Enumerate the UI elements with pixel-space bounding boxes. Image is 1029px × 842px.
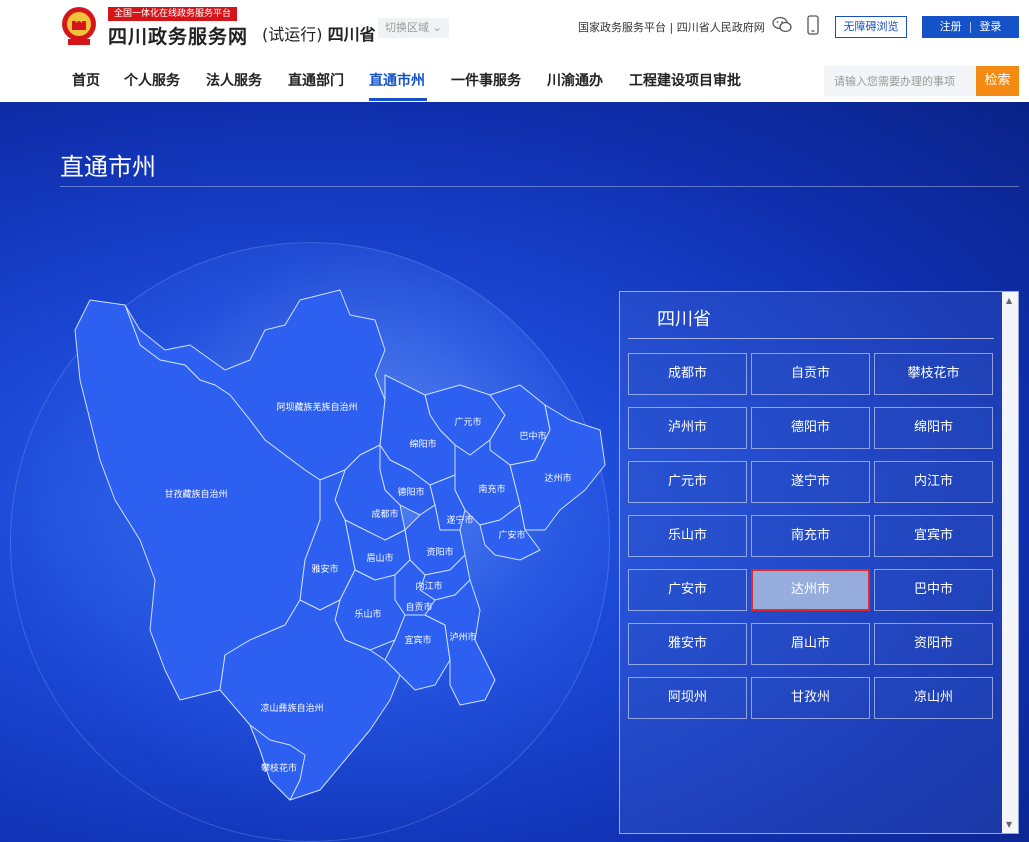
city-button-liangshan[interactable]: 凉山州 [874,677,993,719]
search-input[interactable] [824,66,976,96]
map-label-yibin: 宜宾市 [404,634,431,646]
region-switch-label: 切换区域 [385,21,429,34]
panel-divider [628,338,994,339]
city-button-mianyang[interactable]: 绵阳市 [874,407,993,449]
map-label-zigong: 自贡市 [405,601,432,613]
map-label-yaan: 雅安市 [311,563,338,575]
active-nav-underline [369,98,427,101]
city-button-yibin[interactable]: 宜宾市 [874,515,993,557]
main-nav: 首页 个人服务 法人服务 直通部门 直通市州 一件事服务 川渝通办 工程建设项目… [0,56,1029,102]
map-label-chengdu: 成都市 [371,508,398,520]
map-label-liangshan: 凉山彝族自治州 [260,702,323,714]
map-label-ziyang: 资阳市 [426,546,453,558]
page-title: 直通市州 [60,153,156,181]
nav-construction-approval[interactable]: 工程建设项目审批 [629,70,741,90]
map-label-guangyuan: 广元市 [454,416,481,428]
register-link[interactable]: 注册 [940,16,962,38]
wechat-icon[interactable] [772,16,792,34]
title-divider [60,186,1019,187]
city-button-meishan[interactable]: 眉山市 [751,623,870,665]
map-label-meishan: 眉山市 [366,552,393,564]
city-button-luzhou[interactable]: 泸州市 [628,407,747,449]
nav-home[interactable]: 首页 [72,70,100,90]
nav-personal-service[interactable]: 个人服务 [124,70,180,90]
map-label-bazhong: 巴中市 [519,430,546,442]
city-button-leshan[interactable]: 乐山市 [628,515,747,557]
map-label-panzhihua: 攀枝花市 [261,762,297,774]
city-panel: 四川省 成都市 自贡市 攀枝花市 泸州市 德阳市 绵阳市 广元市 遂宁市 内江市… [619,291,1019,834]
city-grid: 成都市 自贡市 攀枝花市 泸州市 德阳市 绵阳市 广元市 遂宁市 内江市 乐山市… [628,353,994,719]
mobile-icon[interactable] [807,15,819,35]
nav-one-thing-service[interactable]: 一件事服务 [451,70,521,90]
accessible-browse-button[interactable]: 无障碍浏览 [835,16,907,38]
map-label-aba: 阿坝藏族羌族自治州 [276,401,357,413]
trial-label: (试运行) [262,25,323,44]
city-button-aba[interactable]: 阿坝州 [628,677,747,719]
city-button-deyang[interactable]: 德阳市 [751,407,870,449]
city-button-dazhou[interactable]: 达州市 [751,569,870,611]
site-name[interactable]: 四川政务服务网 [108,22,248,49]
top-links[interactable]: 国家政务服务平台 | 四川省人民政府网 [578,19,765,35]
city-button-guangyuan[interactable]: 广元市 [628,461,747,503]
nav-chuanyu[interactable]: 川渝通办 [547,70,603,90]
chevron-down-icon: ⌄ [432,21,442,34]
city-button-neijiang[interactable]: 内江市 [874,461,993,503]
auth-divider: | [968,20,973,33]
national-emblem-icon [62,7,96,45]
panel-province-title: 四川省 [657,309,711,330]
scroll-down-icon[interactable]: ▼ [1006,820,1012,829]
city-button-yaan[interactable]: 雅安市 [628,623,747,665]
map-label-leshan: 乐山市 [354,608,381,620]
city-button-zigong[interactable]: 自贡市 [751,353,870,395]
map-label-neijiang: 内江市 [415,580,442,592]
city-button-bazhong[interactable]: 巴中市 [874,569,993,611]
province-label: (试运行) 四川省 [262,21,376,45]
panel-scrollbar[interactable]: ▲ ▼ [1002,292,1018,833]
nav-corporate-service[interactable]: 法人服务 [206,70,262,90]
city-button-nanchong[interactable]: 南充市 [751,515,870,557]
nav-cities[interactable]: 直通市州 [369,70,425,90]
sichuan-map: 阿坝藏族羌族自治州 甘孜藏族自治州 绵阳市 广元市 巴中市 达州市 南充市 德阳… [74,289,606,801]
map-label-deyang: 德阳市 [397,486,424,498]
map-label-mianyang: 绵阳市 [409,438,436,450]
region-switch-button[interactable]: 切换区域 ⌄ [378,18,449,38]
nav-departments[interactable]: 直通部门 [288,70,344,90]
scroll-up-icon[interactable]: ▲ [1006,296,1012,305]
city-button-suining[interactable]: 遂宁市 [751,461,870,503]
platform-tagline: 全国一体化在线政务服务平台 [108,7,238,21]
hero-section: 直通市州 阿坝藏族羌族自治州 甘孜藏族自治州 绵阳市 广元市 巴中市 达州市 南… [0,102,1029,842]
map-label-guangan: 广安市 [498,529,525,541]
city-button-panzhihua[interactable]: 攀枝花市 [874,353,993,395]
city-button-ganzi[interactable]: 甘孜州 [751,677,870,719]
top-header: 全国一体化在线政务服务平台 四川政务服务网 (试运行) 四川省 切换区域 ⌄ 国… [0,0,1029,56]
city-button-chengdu[interactable]: 成都市 [628,353,747,395]
map-label-suining: 遂宁市 [446,514,473,526]
login-link[interactable]: 登录 [979,16,1001,38]
map-label-luzhou: 泸州市 [449,631,476,643]
current-province: 四川省 [327,25,376,44]
auth-box: 注册 | 登录 [922,16,1019,38]
map-label-ganzi: 甘孜藏族自治州 [164,488,227,500]
city-button-guangan[interactable]: 广安市 [628,569,747,611]
city-button-ziyang[interactable]: 资阳市 [874,623,993,665]
map-label-nanchong: 南充市 [478,483,505,495]
map-label-dazhou: 达州市 [544,472,571,484]
search-button[interactable]: 检索 [976,66,1019,96]
